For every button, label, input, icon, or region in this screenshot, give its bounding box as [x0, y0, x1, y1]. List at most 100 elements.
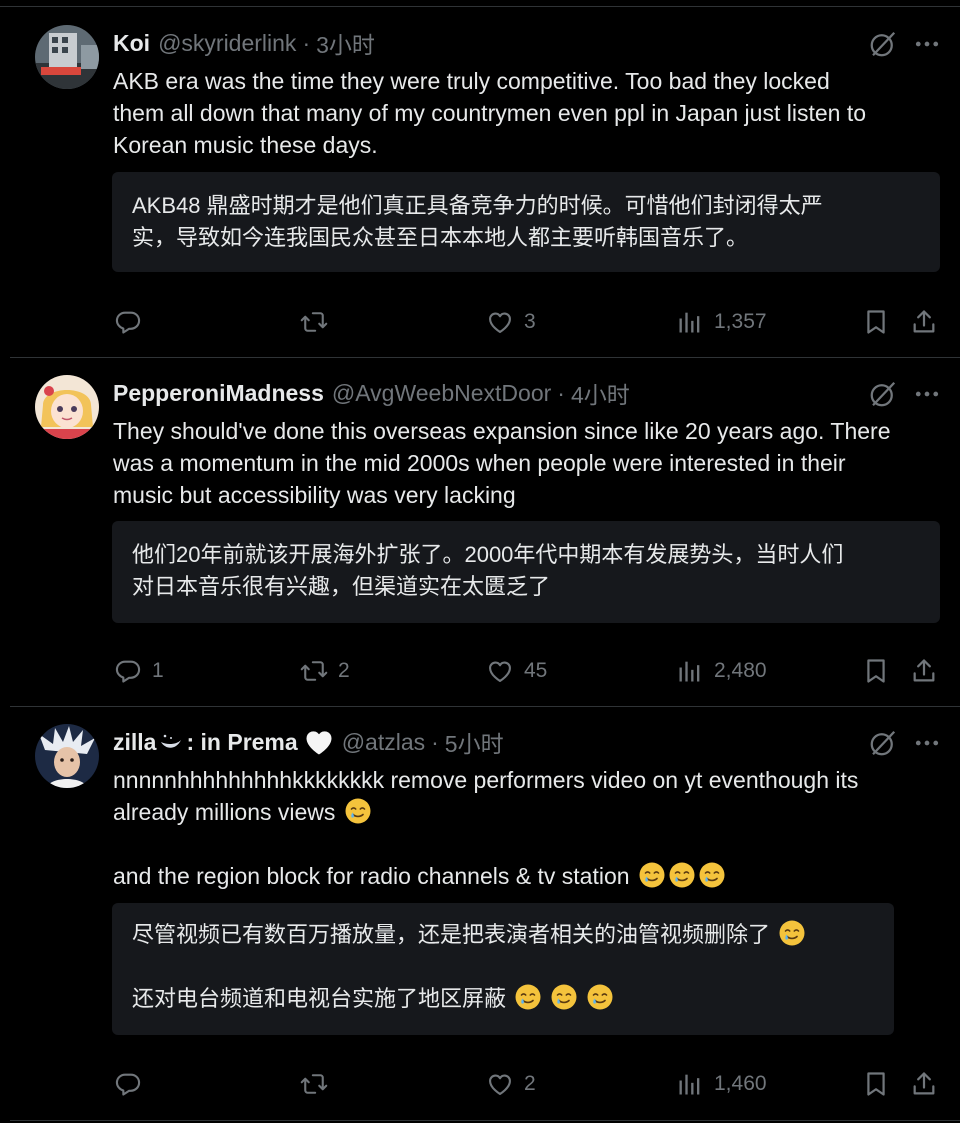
share-button[interactable] [910, 653, 938, 689]
avatar[interactable] [35, 375, 99, 439]
share-icon [910, 1070, 938, 1098]
text-line: music but accessibility was very lacking [113, 482, 516, 508]
display-name-suffix[interactable]: : in Prema [186, 729, 297, 756]
crying-smile-emoji-icon [778, 919, 806, 947]
translation-line: 尽管视频已有数百万播放量，还是把表演者相关的油管视频删除了 [132, 922, 771, 947]
translation-box: 他们20年前就该开展海外扩张了。2000年代中期本有发展势头，当时人们 对日本音… [112, 521, 940, 623]
share-button[interactable] [910, 1066, 938, 1102]
text-line: was a momentum in the mid 2000s when peo… [113, 450, 846, 476]
text-line-with-emoji: already millions views [113, 796, 943, 828]
views-button[interactable]: 1,460 [676, 1066, 767, 1102]
text-line: They should've done this overseas expans… [113, 418, 891, 444]
avatar[interactable] [35, 724, 99, 788]
text-line-with-emoji: and the region block for radio channels … [113, 860, 943, 892]
timestamp[interactable]: 5小时 [445, 725, 504, 759]
reply-icon [114, 308, 142, 336]
bookmark-button[interactable] [862, 304, 890, 340]
repost-icon [300, 1070, 328, 1098]
translation-line: 对日本音乐很有兴趣，但渠道实在太匮乏了 [132, 574, 551, 599]
post-text: AKB era was the time they were truly com… [113, 65, 943, 161]
translation-line: 实，导致如今连我国民众甚至日本本地人都主要听韩国音乐了。 [132, 225, 749, 250]
like-button[interactable]: 3 [486, 304, 536, 340]
more-icon[interactable] [912, 379, 942, 409]
text-line: Korean music these days. [113, 132, 378, 158]
translation-line: 还对电台频道和电视台实施了地区屏蔽 [132, 986, 507, 1011]
repost-button[interactable] [300, 304, 328, 340]
like-count: 45 [524, 659, 548, 682]
post-text: nnnnnhhhhhhhhhkkkkkkkk remove performers… [113, 764, 943, 892]
bookmark-icon [862, 1070, 890, 1098]
views-icon [676, 308, 704, 336]
like-button[interactable]: 2 [486, 1066, 536, 1102]
heart-icon [486, 308, 514, 336]
share-button[interactable] [910, 304, 938, 340]
repost-button[interactable]: 2 [300, 653, 350, 689]
post-header: Koi @skyriderlink · 3小时 [113, 27, 375, 59]
user-handle[interactable]: @AvgWeebNextDoor [332, 380, 551, 407]
view-count: 1,460 [714, 1072, 767, 1095]
translation-line-with-emoji: 还对电台频道和电视台实施了地区屏蔽 [132, 983, 874, 1015]
bookmark-button[interactable] [862, 653, 890, 689]
display-name[interactable]: zilla [113, 729, 156, 756]
reply-icon [114, 1070, 142, 1098]
reply-button[interactable] [114, 304, 142, 340]
translation-box: 尽管视频已有数百万播放量，还是把表演者相关的油管视频删除了 还对电台频道和电视台… [112, 903, 894, 1035]
user-handle[interactable]: @skyriderlink [158, 30, 296, 57]
grok-icon[interactable] [868, 379, 898, 409]
display-name[interactable]: PepperoniMadness [113, 380, 324, 407]
text-line: already millions views [113, 799, 336, 825]
reply-button[interactable] [114, 1066, 142, 1102]
crying-smile-emoji-icon [668, 861, 696, 889]
text-line: AKB era was the time they were truly com… [113, 68, 830, 94]
avatar[interactable] [35, 25, 99, 89]
white-heart-emoji-icon [304, 728, 334, 756]
like-count: 2 [524, 1072, 536, 1095]
like-button[interactable]: 45 [486, 653, 547, 689]
views-button[interactable]: 2,480 [676, 653, 767, 689]
crying-smile-emoji-icon [586, 983, 614, 1011]
text-line: nnnnnhhhhhhhhhkkkkkkkk remove performers… [113, 767, 859, 793]
translation-line: AKB48 鼎盛时期才是他们真正具备竞争力的时候。可惜他们封闭得太严 [132, 193, 823, 218]
post-text: They should've done this overseas expans… [113, 415, 943, 511]
reply-button[interactable]: 1 [114, 653, 164, 689]
crying-smile-emoji-icon [550, 983, 578, 1011]
bookmark-icon [862, 657, 890, 685]
share-icon [910, 308, 938, 336]
separator: · [302, 29, 311, 56]
text-line: them all down that many of my countrymen… [113, 100, 867, 126]
crying-smile-emoji-icon [698, 861, 726, 889]
views-button[interactable]: 1,357 [676, 304, 767, 340]
repost-button[interactable] [300, 1066, 328, 1102]
views-icon [676, 657, 704, 685]
separator: · [557, 379, 565, 406]
bookmark-button[interactable] [862, 1066, 890, 1102]
grok-icon[interactable] [868, 29, 898, 59]
share-icon [910, 657, 938, 685]
more-icon[interactable] [912, 728, 942, 758]
action-bar: 1 2 45 2,480 [10, 653, 960, 689]
user-handle[interactable]: @atzlas [342, 729, 425, 756]
repost-count: 2 [338, 659, 350, 682]
post-header: PepperoniMadness @AvgWeebNextDoor · 4小时 [113, 377, 630, 409]
views-icon [676, 1070, 704, 1098]
translation-line-with-emoji: 尽管视频已有数百万播放量，还是把表演者相关的油管视频删除了 [132, 919, 874, 951]
repost-icon [300, 308, 328, 336]
post-header: zilla : in Prema @atzlas · 5小时 [113, 726, 504, 758]
translation-box: AKB48 鼎盛时期才是他们真正具备竞争力的时候。可惜他们封闭得太严 实，导致如… [112, 172, 940, 272]
moon-emoji-icon [161, 734, 182, 748]
like-count: 3 [524, 310, 536, 333]
post-zilla[interactable]: zilla : in Prema @atzlas · 5小时 nnnnnhhhh… [10, 706, 960, 1121]
post-pepperonimadness[interactable]: PepperoniMadness @AvgWeebNextDoor · 4小时 … [10, 357, 960, 707]
reply-icon [114, 657, 142, 685]
timestamp[interactable]: 3小时 [316, 26, 375, 60]
grok-icon[interactable] [868, 728, 898, 758]
action-bar: 3 1,357 [10, 304, 960, 340]
more-icon[interactable] [912, 29, 942, 59]
timestamp[interactable]: 4小时 [571, 376, 630, 410]
reply-count: 1 [152, 659, 164, 682]
display-name[interactable]: Koi [113, 30, 150, 57]
post-koi[interactable]: Koi @skyriderlink · 3小时 AKB era was the … [10, 7, 960, 358]
repost-icon [300, 657, 328, 685]
view-count: 1,357 [714, 310, 767, 333]
